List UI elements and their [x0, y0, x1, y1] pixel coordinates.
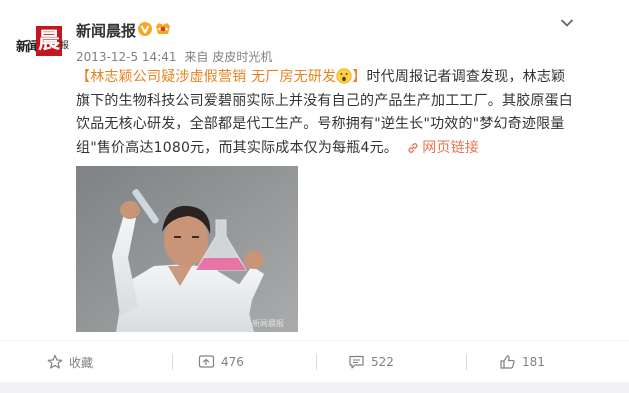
image-watermark: @新闻晨报: [244, 318, 284, 328]
comment-count: 522: [371, 355, 394, 369]
weibo-post-card: 新闻 晨 报 新闻晨报 2013-12-5 14:41 来自 皮皮时光机 【林志颖…: [0, 0, 629, 393]
bottom-strip: [0, 382, 629, 393]
web-link-label: 网页链接: [422, 139, 480, 156]
favorite-button[interactable]: 收藏: [47, 352, 93, 372]
post-text-line-4-content: 组"售价高达1080元，而其实际成本仅为每瓶4元。: [76, 139, 398, 156]
comment-button[interactable]: 522: [348, 352, 394, 372]
post-headline[interactable]: 林志颖公司疑涉虚假营销 无厂房无研发: [90, 69, 336, 85]
surprised-emoji-icon: [336, 68, 352, 84]
post-timestamp[interactable]: 2013-12-5 14:41: [76, 50, 177, 64]
web-link[interactable]: 网页链接: [407, 140, 479, 156]
link-icon: [408, 142, 418, 153]
chevron-down-icon[interactable]: [560, 18, 574, 28]
headline-bracket-open: 【: [76, 69, 91, 85]
verified-v-icon: [138, 22, 152, 36]
post-text-line-3: 饮品无核心研发，全部都是代工生产。号称拥有"逆生长"功效的"梦幻奇迹限量: [76, 116, 565, 132]
action-divider: [172, 354, 173, 370]
post-source[interactable]: 皮皮时光机: [212, 50, 272, 64]
headline-bracket-close: 】: [352, 69, 367, 85]
avatar-logo-text-right: 晨: [36, 26, 62, 56]
post-image-illustration: @新闻晨报: [76, 166, 298, 332]
favorite-label: 收藏: [69, 355, 94, 370]
action-divider: [316, 354, 317, 370]
thumbs-up-icon: [500, 355, 515, 369]
post-image[interactable]: @新闻晨报: [76, 166, 298, 332]
action-divider: [466, 354, 467, 370]
author-name[interactable]: 新闻晨报: [76, 20, 136, 41]
footer-separator: [0, 340, 629, 341]
repost-button[interactable]: 476: [198, 352, 244, 372]
vip-badge-icon[interactable]: [155, 22, 171, 36]
repost-count: 476: [221, 355, 244, 369]
avatar-logo-text-small: 报: [60, 41, 70, 51]
post-text-line-1-rest: 时代周报记者调查发现，林志颖: [366, 69, 566, 85]
post-meta: 2013-12-5 14:41 来自 皮皮时光机: [76, 48, 272, 65]
source-prefix: 来自: [184, 50, 209, 64]
post-text-line-1: 【林志颖公司疑涉虚假营销 无厂房无研发 】时代周报记者调查发现，林志颖: [76, 66, 586, 90]
like-count: 181: [522, 355, 545, 369]
author-avatar[interactable]: 新闻 晨 报: [16, 24, 69, 60]
avatar-logo-text-left: 新闻: [16, 40, 40, 55]
post-text: 【林志颖公司疑涉虚假营销 无厂房无研发 】时代周报记者调查发现，林志颖 旗下的生物…: [76, 66, 586, 160]
post-text-line-4: 组"售价高达1080元，而其实际成本仅为每瓶4元。 网页链接: [76, 137, 586, 161]
star-icon: [47, 354, 63, 369]
post-text-line-2: 旗下的生物科技公司爱碧丽实际上并没有自己的产品生产加工工厂。其胶原蛋白: [76, 92, 573, 109]
like-button[interactable]: 181: [499, 352, 545, 372]
comment-icon: [349, 355, 364, 369]
repost-icon: [198, 355, 215, 368]
